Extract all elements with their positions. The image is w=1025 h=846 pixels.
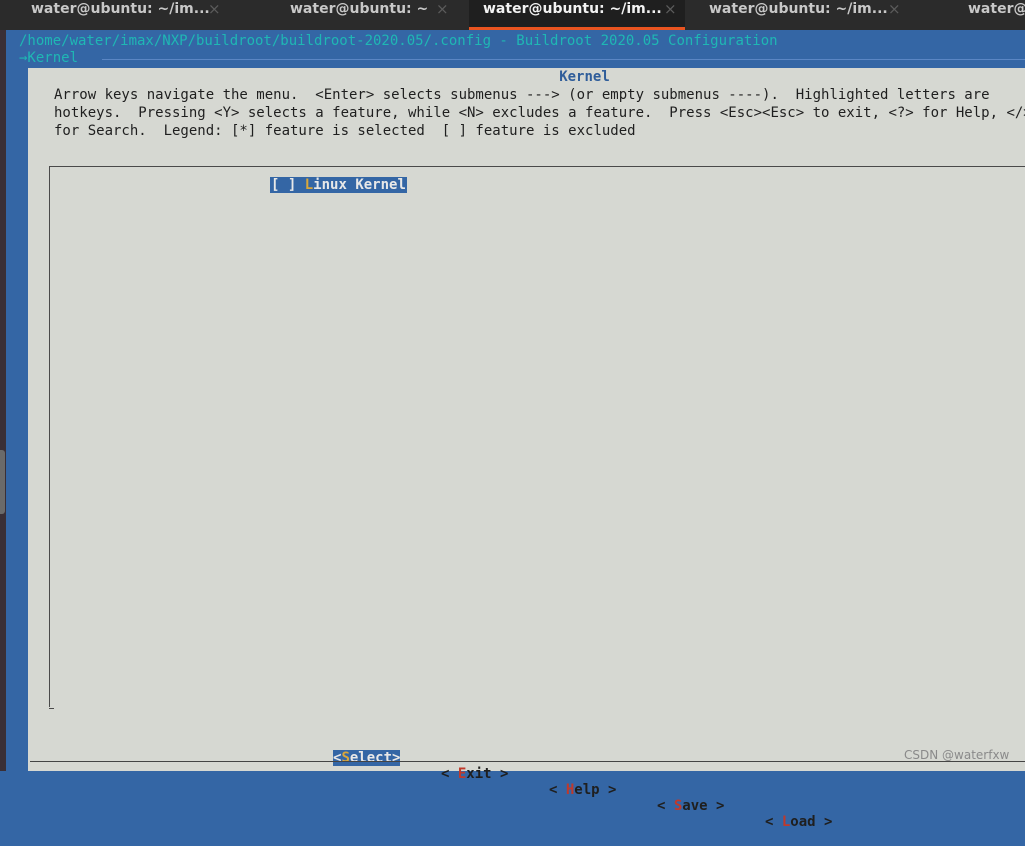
select-button[interactable]: <Select> <box>333 750 401 766</box>
help-button[interactable]: < Help > <box>549 782 616 798</box>
close-icon[interactable]: × <box>664 0 677 18</box>
tab-1-label: water@ubuntu: ~/im... <box>31 1 210 17</box>
menu-item-linux-kernel[interactable]: [ ] Linux Kernel <box>270 177 407 193</box>
save-button[interactable]: < Save > <box>657 798 724 814</box>
breadcrumb: →Kernel <box>19 50 79 66</box>
tab-4[interactable]: water@ubuntu: ~/im... × <box>685 0 901 30</box>
watermark: CSDN @waterfxw <box>904 748 1010 762</box>
close-icon[interactable]: × <box>888 0 901 18</box>
exit-button[interactable]: < Exit > <box>441 766 508 782</box>
box-corner <box>49 708 54 709</box>
dialog-bottom-border <box>30 761 1025 762</box>
menu-item-label: inux Kernel <box>313 177 406 193</box>
breadcrumb-divider <box>102 59 1025 60</box>
tab-3-label: water@ubuntu: ~/im... <box>483 1 662 17</box>
scroll-handle[interactable] <box>0 450 5 514</box>
button-row: <Select> < Exit > < Help > < Save > < Lo… <box>28 734 1025 846</box>
dialog-title: Kernel <box>559 69 610 85</box>
load-button[interactable]: < Load > <box>765 814 832 830</box>
menuconfig-dialog: Kernel Arrow keys navigate the menu. <En… <box>28 68 1025 830</box>
tab-2-label: water@ubuntu: ~ <box>290 1 429 17</box>
tab-5-label: water@ubuntu: ~/im... <box>968 1 1025 17</box>
terminal-tab-bar: water@ubuntu: ~/im... × water@ubuntu: ~ … <box>0 0 1025 30</box>
tab-5[interactable]: water@ubuntu: ~/im... <box>901 0 1025 30</box>
checkbox[interactable]: [ ] <box>271 177 296 193</box>
help-line-3: for Search. Legend: [*] feature is selec… <box>54 123 636 139</box>
tab-4-label: water@ubuntu: ~/im... <box>709 1 888 17</box>
tab-3-active[interactable]: water@ubuntu: ~/im... × <box>469 0 685 30</box>
tab-2[interactable]: water@ubuntu: ~ × <box>216 0 449 30</box>
hotkey-letter: L <box>304 177 314 193</box>
help-line-2: hotkeys. Pressing <Y> selects a feature,… <box>54 105 1025 121</box>
menu-list: [ ] Linux Kernel <box>49 166 1025 709</box>
terminal-window[interactable]: /home/water/imax/NXP/buildroot/buildroot… <box>6 30 1025 830</box>
tab-1[interactable]: water@ubuntu: ~/im... × <box>0 0 221 30</box>
close-icon[interactable]: × <box>436 0 449 18</box>
help-line-1: Arrow keys navigate the menu. <Enter> se… <box>54 87 990 103</box>
config-title: /home/water/imax/NXP/buildroot/buildroot… <box>19 33 778 49</box>
